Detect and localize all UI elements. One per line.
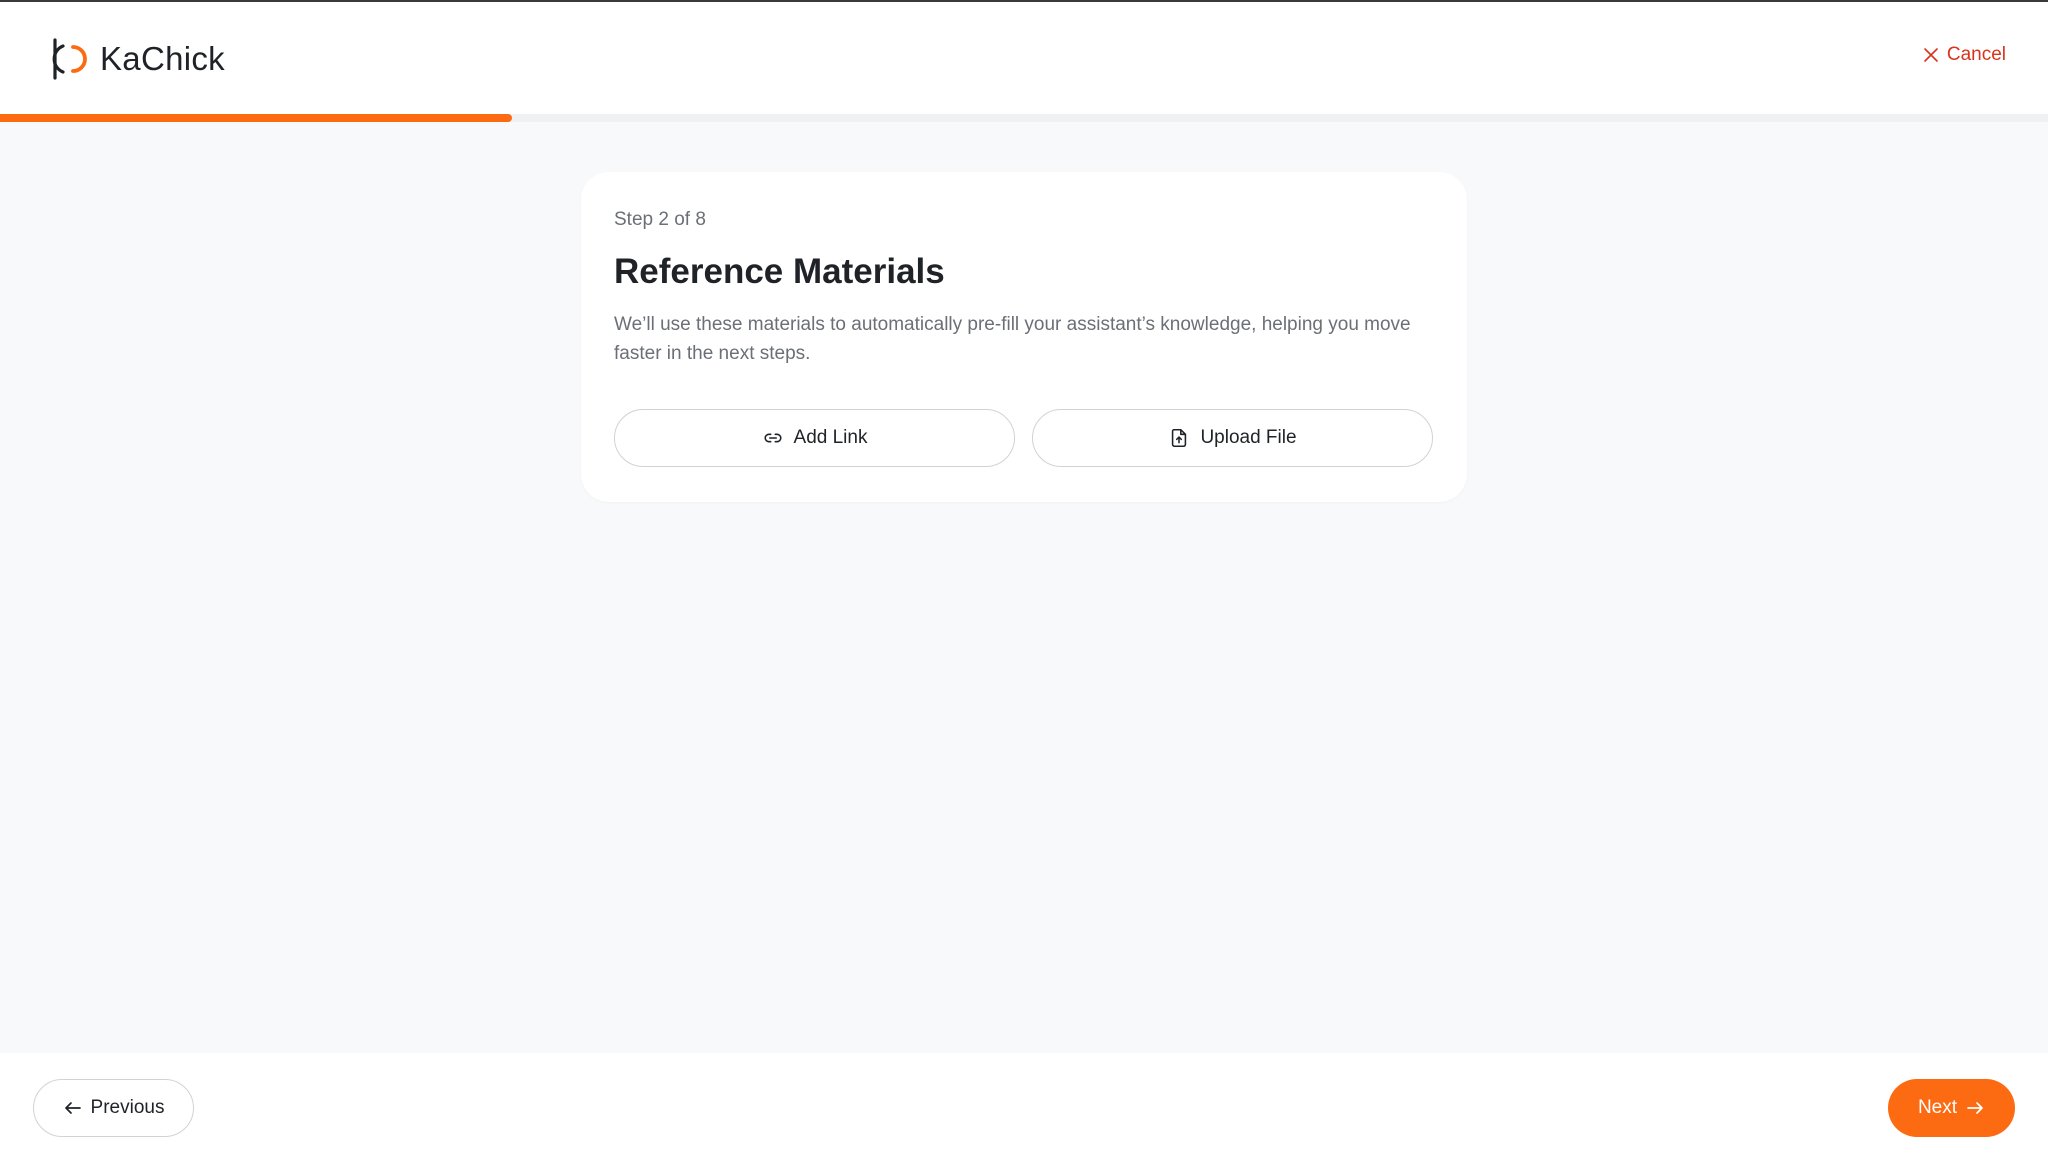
file-upload-icon	[1172, 428, 1187, 448]
close-icon	[1924, 48, 1938, 62]
add-link-button[interactable]: Add Link	[614, 409, 1015, 467]
next-label: Next	[1917, 1097, 1958, 1118]
progress-bar	[0, 114, 2048, 122]
step-indicator: Step 2 of 8	[614, 209, 706, 230]
previous-label: Previous	[90, 1097, 165, 1118]
logo[interactable]: KaChick	[52, 38, 225, 80]
kachick-logo-icon	[52, 38, 87, 80]
step-card: Step 2 of 8 Reference Materials We’ll us…	[581, 172, 1467, 502]
cancel-button[interactable]: Cancel	[1923, 44, 2006, 66]
wizard-page: KaChick Cancel Step 2 of 8 Reference Mat…	[0, 0, 2048, 1161]
reference-actions: Add Link Upload File	[614, 409, 1433, 467]
arrow-right-icon	[1967, 1102, 1983, 1114]
arrow-left-icon	[64, 1102, 81, 1114]
brand-name: KaChick	[100, 40, 225, 77]
cancel-label: Cancel	[1946, 44, 2006, 65]
header: KaChick Cancel	[0, 2, 2048, 114]
link-icon	[763, 433, 782, 443]
page-title: Reference Materials	[614, 252, 945, 291]
progress-fill	[0, 114, 512, 122]
next-button[interactable]: Next	[1888, 1079, 2015, 1137]
step-description: We’ll use these materials to automatical…	[614, 314, 1411, 364]
previous-button[interactable]: Previous	[33, 1079, 194, 1137]
upload-file-label: Upload File	[1200, 427, 1297, 448]
footer-nav: Previous Next	[0, 1053, 2048, 1161]
add-link-label: Add Link	[793, 427, 868, 448]
upload-file-button[interactable]: Upload File	[1032, 409, 1433, 467]
